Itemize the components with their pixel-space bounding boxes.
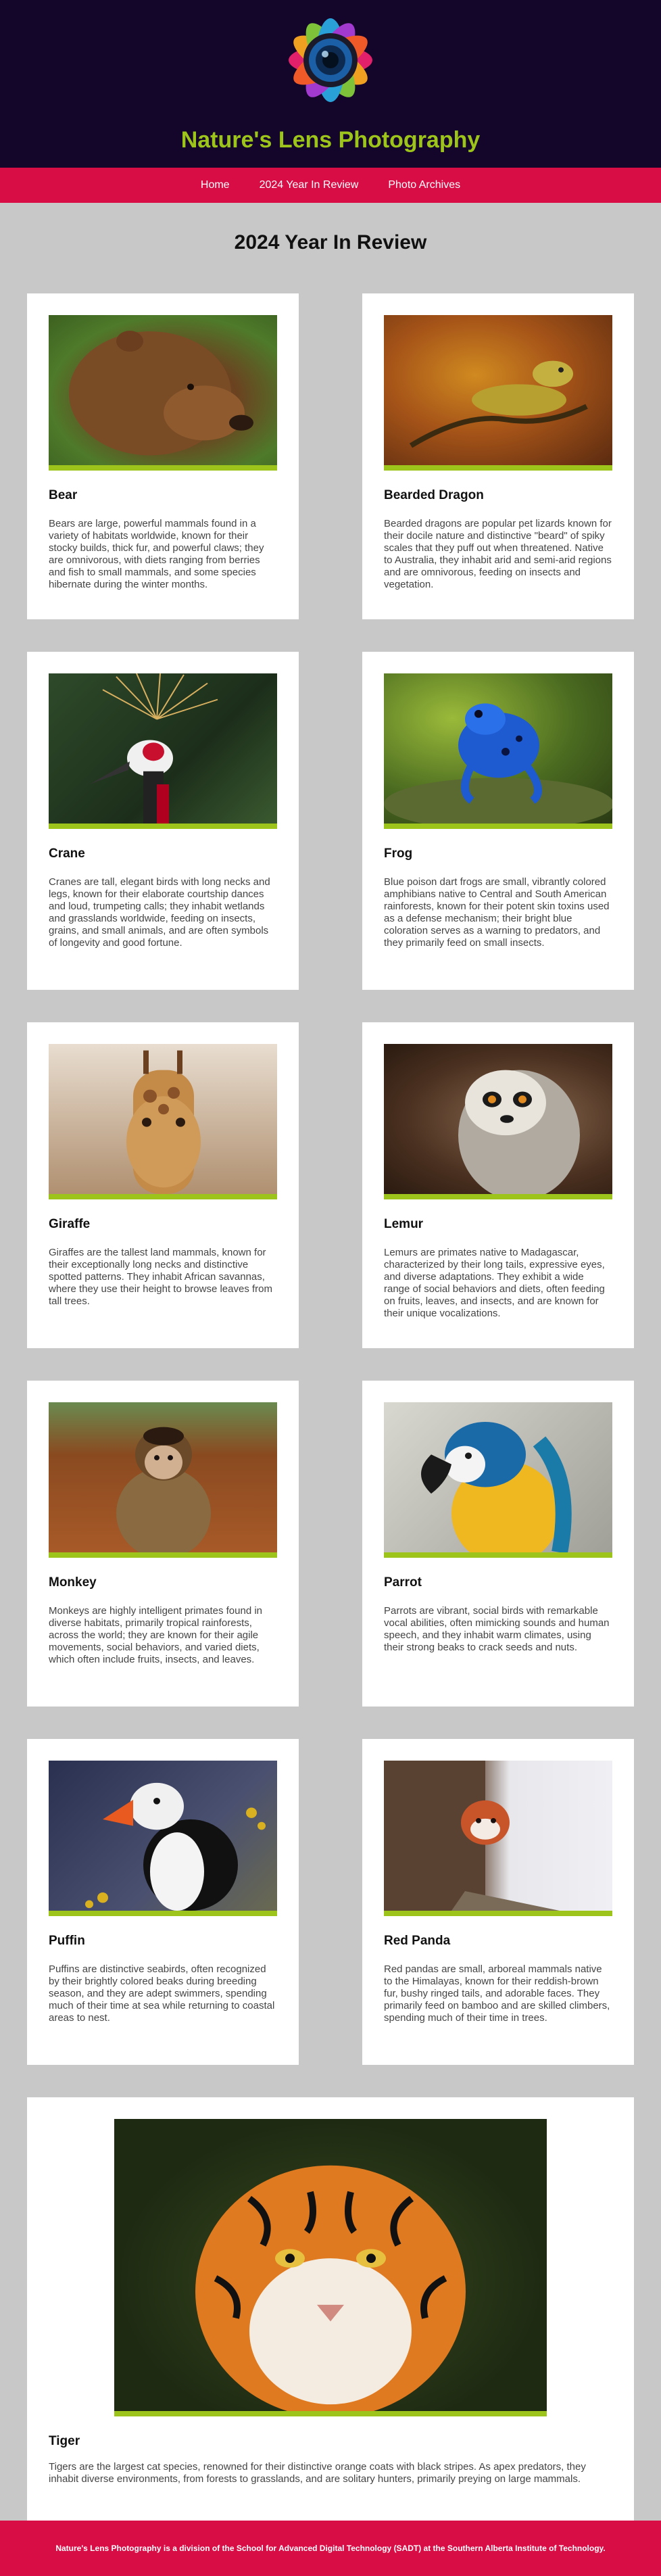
animal-card-frog: Frog Blue poison dart frogs are small, v…	[362, 652, 634, 990]
animal-name: Tiger	[49, 2434, 80, 2448]
camera-lens-logo	[289, 18, 372, 102]
animal-card-crane: Crane Cranes are tall, elegant birds wit…	[27, 652, 299, 990]
animal-name: Frog	[384, 846, 413, 861]
animal-card-red-panda: Red Panda Red pandas are small, arboreal…	[362, 1739, 634, 2065]
animal-description: Blue poison dart frogs are small, vibran…	[384, 876, 610, 949]
nav-year-in-review[interactable]: 2024 Year In Review	[245, 168, 374, 203]
giraffe-photo	[49, 1044, 277, 1199]
main-nav: Home 2024 Year In Review Photo Archives	[0, 168, 661, 203]
animal-description: Bearded dragons are popular pet lizards …	[384, 518, 612, 590]
site-footer: Nature's Lens Photography is a division …	[0, 2521, 661, 2576]
animal-description: Parrots are vibrant, social birds with r…	[384, 1605, 610, 1653]
frog-photo	[384, 673, 612, 829]
animal-name: Red Panda	[384, 1934, 451, 1948]
red-panda-photo	[384, 1761, 612, 1916]
parrot-photo	[384, 1402, 612, 1558]
crane-photo	[49, 673, 277, 829]
site-header: Nature's Lens Photography	[0, 0, 661, 168]
bearded-dragon-photo	[384, 315, 612, 471]
animal-card-giraffe: Giraffe Giraffes are the tallest land ma…	[27, 1022, 299, 1348]
bear-photo	[49, 315, 277, 471]
animal-description: Monkeys are highly intelligent primates …	[49, 1605, 263, 1665]
animal-card-tiger: Tiger Tigers are the largest cat species…	[27, 2097, 634, 2523]
tiger-photo	[114, 2119, 547, 2416]
animal-name: Monkey	[49, 1575, 97, 1590]
animal-name: Parrot	[384, 1575, 422, 1590]
animal-name: Puffin	[49, 1934, 85, 1948]
puffin-photo	[49, 1761, 277, 1916]
animal-description: Lemurs are primates native to Madagascar…	[384, 1247, 605, 1319]
animal-description: Giraffes are the tallest land mammals, k…	[49, 1247, 273, 1307]
animal-description: Bears are large, powerful mammals found …	[49, 518, 264, 590]
animal-name: Bear	[49, 488, 78, 502]
animal-description: Cranes are tall, elegant birds with long…	[49, 876, 270, 949]
animal-description: Tigers are the largest cat species, reno…	[49, 2461, 586, 2485]
nav-home[interactable]: Home	[186, 168, 245, 203]
nav-photo-archives[interactable]: Photo Archives	[373, 168, 475, 203]
animal-card-bearded-dragon: Bearded Dragon Bearded dragons are popul…	[362, 293, 634, 619]
animal-card-lemur: Lemur Lemurs are primates native to Mada…	[362, 1022, 634, 1348]
animal-card-bear: Bear Bears are large, powerful mammals f…	[27, 293, 299, 619]
animal-description: Puffins are distinctive seabirds, often …	[49, 1963, 275, 2024]
animal-card-monkey: Monkey Monkeys are highly intelligent pr…	[27, 1381, 299, 1707]
animal-card-puffin: Puffin Puffins are distinctive seabirds,…	[27, 1739, 299, 2065]
page-title: 2024 Year In Review	[234, 231, 427, 254]
animal-name: Lemur	[384, 1217, 424, 1231]
animal-description: Red pandas are small, arboreal mammals n…	[384, 1963, 610, 2024]
animal-card-parrot: Parrot Parrots are vibrant, social birds…	[362, 1381, 634, 1707]
monkey-photo	[49, 1402, 277, 1558]
animal-name: Crane	[49, 846, 85, 861]
animal-name: Giraffe	[49, 1217, 91, 1231]
lemur-photo	[384, 1044, 612, 1199]
animal-name: Bearded Dragon	[384, 488, 484, 502]
site-title: Nature's Lens Photography	[180, 127, 481, 153]
